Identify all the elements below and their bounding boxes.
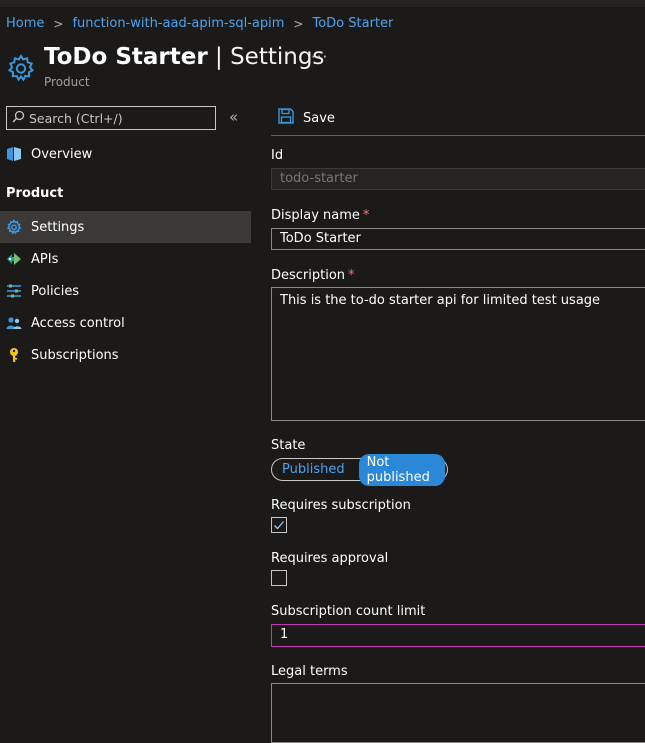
sidebar-item-label: Subscriptions (31, 347, 119, 363)
sidebar-item-policies[interactable]: Policies (0, 275, 251, 307)
breadcrumb-separator: > (293, 16, 304, 31)
search-icon (7, 110, 25, 127)
gear-icon (6, 219, 22, 235)
collapse-sidebar-button[interactable]: « (229, 108, 238, 126)
save-button-label: Save (303, 110, 335, 126)
overview-icon (6, 146, 22, 162)
page-subtitle: Product (44, 75, 90, 89)
page-title: ToDo Starter | Settings (44, 44, 324, 70)
gear-icon (6, 53, 36, 83)
state-toggle[interactable]: Published Not published (271, 453, 448, 486)
description-label-text: Description (271, 268, 346, 283)
breadcrumb-product[interactable]: ToDo Starter (312, 16, 393, 31)
breadcrumb-home[interactable]: Home (6, 16, 44, 31)
requires-subscription-label: Requires subscription (271, 498, 411, 513)
sidebar-item-settings[interactable]: Settings (0, 211, 251, 243)
display-name-field[interactable]: ToDo Starter (271, 228, 645, 250)
save-icon (278, 108, 303, 128)
more-options-button[interactable]: ··· (311, 48, 328, 66)
sidebar-item-apis[interactable]: APIs (0, 243, 251, 275)
breadcrumb: Home > function-with-aad-apim-sql-apim >… (6, 16, 393, 31)
state-option-not-published[interactable]: Not published (358, 453, 445, 486)
requires-subscription-checkbox[interactable] (271, 517, 287, 533)
subscription-count-input[interactable]: 1 (271, 624, 645, 647)
required-marker: * (348, 268, 355, 283)
id-label: Id (271, 148, 284, 163)
display-name-label: Display name * (271, 208, 369, 223)
requires-approval-checkbox[interactable] (271, 570, 287, 586)
state-label: State (271, 438, 306, 453)
required-marker: * (362, 208, 370, 223)
legal-terms-label: Legal terms (271, 664, 348, 679)
sidebar-item-subscriptions[interactable]: Subscriptions (0, 339, 251, 371)
people-icon (6, 315, 22, 331)
page-title-product: ToDo Starter (44, 44, 208, 70)
id-field: todo-starter (271, 168, 645, 190)
legal-terms-textarea[interactable] (271, 683, 645, 743)
breadcrumb-resource[interactable]: function-with-aad-apim-sql-apim (72, 16, 284, 31)
toolbar-divider (271, 135, 645, 136)
checkmark-icon (272, 518, 286, 532)
sidebar-item-overview[interactable]: Overview (0, 138, 251, 170)
description-textarea[interactable]: This is the to-do starter api for limite… (271, 287, 645, 421)
sidebar-item-label: Settings (31, 219, 85, 235)
state-option-published[interactable]: Published (274, 461, 353, 478)
sidebar-item-label: Policies (31, 283, 80, 299)
requires-approval-label: Requires approval (271, 551, 389, 566)
key-icon (6, 347, 22, 363)
description-label: Description * (271, 268, 355, 283)
apis-icon (6, 251, 22, 267)
search-input[interactable] (29, 110, 209, 126)
sidebar-item-label: APIs (31, 251, 59, 267)
display-name-label-text: Display name (271, 208, 360, 223)
sidebar-item-label: Overview (31, 146, 93, 162)
subscription-count-label: Subscription count limit (271, 604, 426, 619)
sidebar-section-product: Product (6, 186, 64, 201)
sidebar-item-label: Access control (31, 315, 125, 331)
sidebar-item-access-control[interactable]: Access control (0, 307, 251, 339)
search-box[interactable] (6, 106, 216, 130)
page-title-section: | Settings (207, 44, 325, 70)
policies-icon (6, 283, 22, 299)
top-bar (0, 0, 645, 7)
breadcrumb-separator: > (53, 16, 64, 31)
save-button[interactable]: Save (278, 108, 335, 128)
